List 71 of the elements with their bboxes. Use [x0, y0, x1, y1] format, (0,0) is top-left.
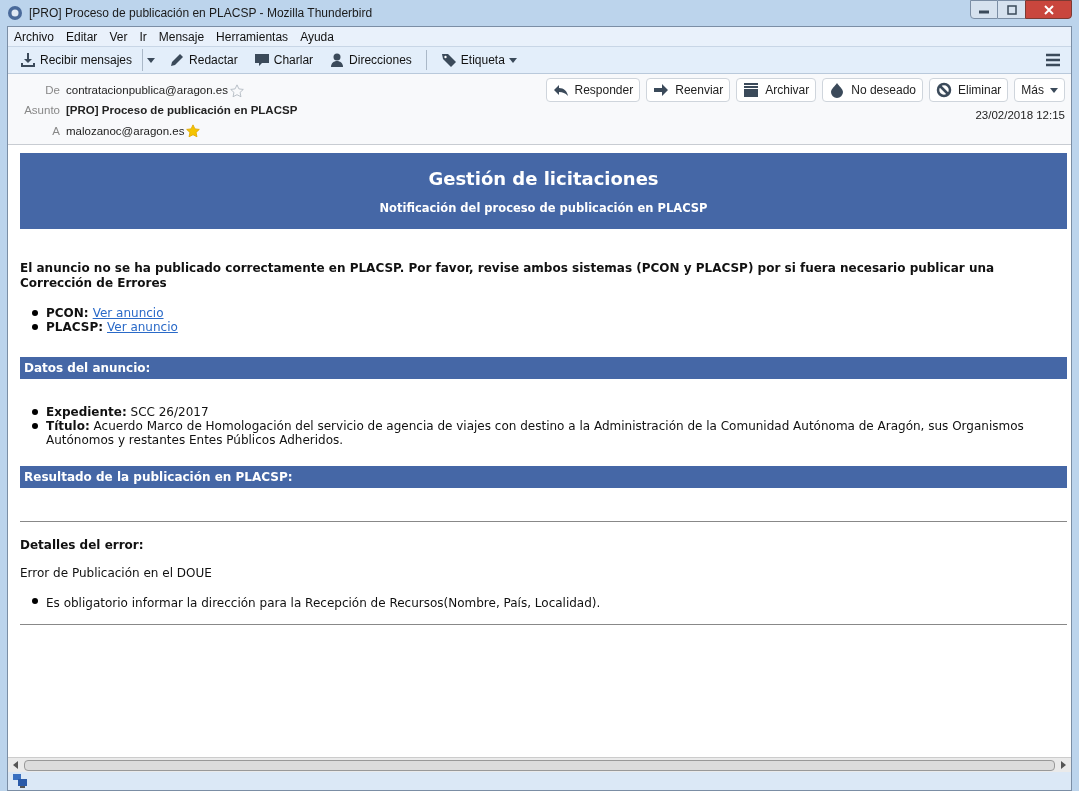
pencil-icon	[169, 52, 186, 68]
banner-subtitle: Notificación del proceso de publicación en PLACSP	[379, 199, 708, 217]
action-button[interactable]: No deseado	[822, 78, 923, 102]
caret-icon	[1050, 86, 1058, 94]
download-icon	[20, 52, 36, 68]
action-button[interactable]: Eliminar	[929, 78, 1009, 102]
intro-paragraph: El anuncio no se ha publicado correctamente en PLACSP. Por favor, revise ambos sistemas (PCON y PLACSP) por si fuera necesario publicar una Corrección de Errores	[20, 260, 996, 291]
bullet-icon	[32, 309, 38, 316]
error-text: Error de Publicación en el DOUE	[20, 564, 213, 582]
caret-icon	[147, 56, 156, 64]
star-icon[interactable]	[186, 124, 201, 139]
maximize-button[interactable]	[998, 0, 1025, 19]
left-arrow-icon[interactable]	[12, 761, 20, 769]
menu-item[interactable]: Mensaje	[158, 27, 205, 46]
link-label: PLACSP:	[46, 319, 103, 334]
recipient-address[interactable]: malozanoc@aragon.es	[66, 122, 185, 140]
link[interactable]: Ver anuncio	[107, 319, 178, 334]
menu-item[interactable]: Ver	[109, 27, 128, 46]
bullet-icon	[32, 408, 38, 415]
minimize-button[interactable]	[970, 0, 998, 19]
menu-icon[interactable]	[1045, 52, 1061, 68]
window-title: [PRO] Proceso de publicación en PLACSP - Mozilla Thunderbird	[29, 5, 373, 22]
banner-title: Gestión de licitaciones	[428, 166, 659, 191]
bullet-icon	[32, 323, 38, 330]
menu-item[interactable]: Ayuda	[300, 27, 334, 46]
subject-text: [PRO] Proceso de publicación en PLACSP	[66, 103, 298, 119]
right-arrow-icon[interactable]	[1059, 761, 1067, 769]
star-icon[interactable]	[229, 83, 244, 98]
right-arrow-icon	[653, 82, 670, 98]
link[interactable]: Ver anuncio	[92, 305, 164, 320]
menu-item[interactable]: Ir	[139, 27, 147, 46]
close-button[interactable]	[1025, 0, 1072, 19]
section-heading: Datos del anuncio:	[20, 356, 1067, 379]
field-label: A	[51, 123, 61, 139]
menu-item[interactable]: Archivo	[14, 27, 54, 46]
caret-icon	[508, 56, 517, 64]
section-heading: Resultado de la publicación en PLACSP:	[20, 465, 1067, 488]
list-item-text: Es obligatorio informar la dirección para la Recepción de Recursos(Nombre, País, Localidad).	[46, 594, 601, 612]
list-item-text: Título: Acuerdo Marco de Homologación del servicio de agencia de viajes con destino a la Administración de la Comunidad Autónoma de Aragón, sus Organismos Autónomos y restantes Entes Públicos Adheridos.	[46, 418, 1025, 447]
bullet-icon	[32, 597, 38, 604]
bullet-icon	[32, 422, 38, 429]
field-label: De	[44, 83, 61, 98]
minimize-icon	[979, 10, 989, 14]
action-button[interactable]: Más	[1014, 78, 1065, 102]
horizontal-scrollbar[interactable]	[8, 757, 1071, 772]
error-heading: Detalles del error:	[20, 536, 145, 554]
list-item-text: Expediente: SCC 26/2017	[46, 404, 209, 419]
toolbar-button[interactable]: Charlar	[247, 49, 320, 71]
link-label: PCON:	[46, 305, 89, 320]
person-icon	[329, 52, 346, 68]
toolbar-button[interactable]: Etiqueta	[434, 49, 523, 71]
sender-address[interactable]: contratacionpublica@aragon.es	[66, 82, 228, 100]
close-icon	[1043, 4, 1054, 15]
action-button[interactable]: Archivar	[736, 78, 817, 102]
menu-item[interactable]: Herramientas	[216, 27, 289, 46]
date-text: 23/02/2018 12:15	[975, 108, 1065, 123]
toolbar-button[interactable]: Redactar	[163, 49, 244, 71]
network-icon[interactable]	[12, 773, 28, 789]
maximize-icon	[1006, 4, 1017, 15]
toolbar-button[interactable]: Direcciones	[323, 49, 418, 71]
app-logo-icon	[7, 5, 23, 21]
scrollbar-thumb[interactable]	[24, 759, 1055, 771]
prohibited-icon	[936, 82, 952, 98]
toolbar-button[interactable]: Recibir mensajes	[14, 49, 139, 71]
archive-box-icon	[743, 82, 760, 98]
tag-icon	[440, 52, 457, 68]
speech-bubble-icon	[253, 52, 270, 68]
action-button[interactable]: Reenviar	[646, 78, 731, 102]
action-button[interactable]: Responder	[545, 78, 641, 102]
field-label: Asunto	[23, 103, 61, 119]
menu-item[interactable]: Editar	[66, 27, 98, 46]
